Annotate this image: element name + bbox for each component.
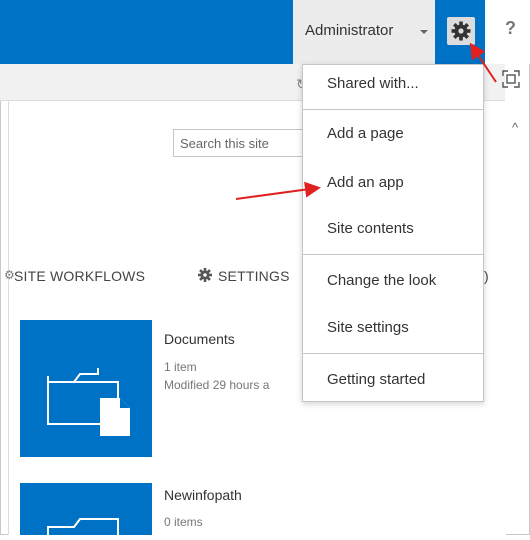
menu-item-change-the-look[interactable]: Change the look [327, 272, 436, 289]
menu-separator [303, 254, 483, 255]
menu-item-add-an-app[interactable]: Add an app [327, 174, 404, 191]
focus-on-content-icon[interactable] [500, 68, 522, 90]
settings-gear-button[interactable] [447, 17, 475, 45]
user-menu-button[interactable]: Administrator [293, 0, 435, 64]
tile-title[interactable]: Documents [164, 331, 235, 347]
tile-item-count: 0 items [164, 515, 203, 529]
menu-item-site-contents[interactable]: Site contents [327, 220, 414, 237]
menu-item-getting-started[interactable]: Getting started [327, 371, 425, 388]
newinfopath-tile[interactable] [20, 483, 152, 535]
nav-overflow[interactable]: ) [484, 268, 489, 284]
menu-separator [303, 109, 483, 110]
tile-title[interactable]: Newinfopath [164, 487, 242, 503]
folder-icon [47, 518, 119, 535]
nav-site-workflows[interactable]: SITE WORKFLOWS [14, 268, 145, 284]
scroll-up-icon[interactable]: ^ [512, 120, 518, 135]
menu-item-add-a-page[interactable]: Add a page [327, 125, 404, 142]
search-input[interactable]: Search this site [173, 129, 303, 157]
help-button[interactable]: ? [505, 18, 516, 39]
gear-icon [451, 21, 471, 41]
tile-item-count: 1 item [164, 360, 197, 374]
folder-document-icon [47, 368, 130, 436]
menu-separator [303, 353, 483, 354]
user-name: Administrator [305, 22, 394, 39]
nav-settings[interactable]: SETTINGS [218, 268, 290, 284]
documents-tile[interactable] [20, 320, 152, 457]
settings-dropdown-menu: Shared with... Add a page Add an app Sit… [302, 64, 484, 402]
chevron-down-icon [420, 30, 428, 34]
menu-item-shared-with[interactable]: Shared with... [327, 75, 419, 92]
tile-modified: Modified 29 hours a [164, 378, 270, 392]
menu-item-site-settings[interactable]: Site settings [327, 319, 409, 336]
settings-icon [198, 268, 212, 282]
